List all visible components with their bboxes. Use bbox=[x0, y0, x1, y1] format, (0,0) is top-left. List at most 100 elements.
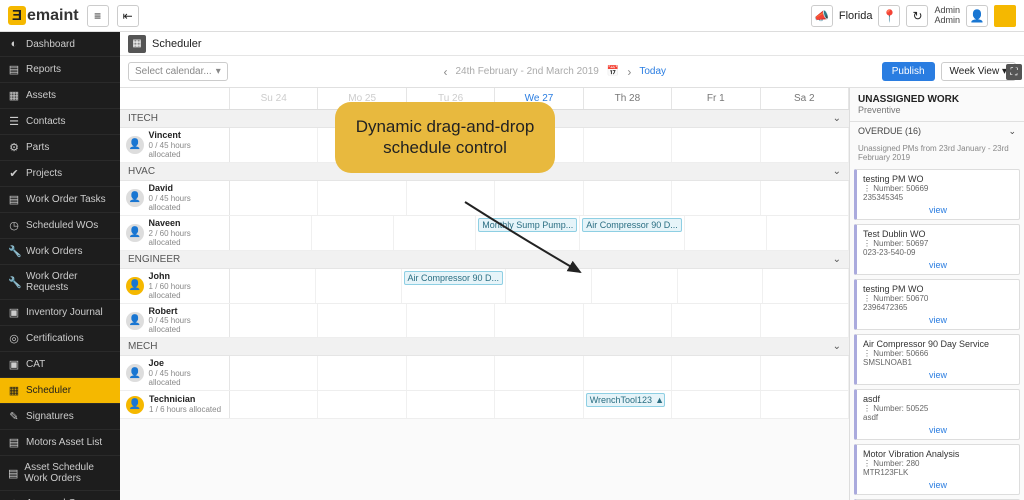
card-view-link[interactable]: view bbox=[863, 480, 1013, 490]
schedule-cell[interactable] bbox=[672, 356, 760, 390]
sidebar-item-asset-schedule-work-orders[interactable]: ▤Asset Schedule Work Orders bbox=[0, 456, 120, 491]
task-card[interactable]: Air Compressor 90 D... bbox=[582, 218, 682, 232]
overdue-toggle[interactable]: OVERDUE (16)⌄ bbox=[850, 122, 1024, 141]
schedule-cell[interactable] bbox=[316, 269, 402, 303]
schedule-cell[interactable] bbox=[763, 269, 849, 303]
schedule-cell[interactable] bbox=[230, 304, 318, 338]
schedule-cell[interactable] bbox=[761, 391, 849, 418]
sidebar-item-work-order-tasks[interactable]: ▤Work Order Tasks bbox=[0, 187, 120, 213]
schedule-cell[interactable] bbox=[584, 356, 672, 390]
work-card[interactable]: Air Compressor 90 Day Service⋮ Number: 5… bbox=[854, 334, 1020, 385]
collapse-icon[interactable]: ⇤ bbox=[117, 5, 139, 27]
schedule-cell[interactable] bbox=[592, 269, 678, 303]
sidebar-item-parts[interactable]: ⚙Parts bbox=[0, 135, 120, 161]
card-view-link[interactable]: view bbox=[863, 370, 1013, 380]
sidebar-item-motors-asset-list[interactable]: ▤Motors Asset List bbox=[0, 430, 120, 456]
sidebar-item-scheduled-wos[interactable]: ◷Scheduled WOs bbox=[0, 213, 120, 239]
work-card[interactable]: asdf⋮ Number: 50525asdfview bbox=[854, 389, 1020, 440]
sidebar-item-label: Work Order Requests bbox=[26, 271, 112, 293]
schedule-cell[interactable] bbox=[761, 304, 849, 338]
nav-icon: ✔ bbox=[8, 167, 20, 180]
history-icon[interactable]: ↻ bbox=[906, 5, 928, 27]
sidebar-item-work-order-requests[interactable]: 🔧 Work Order Requests bbox=[0, 265, 120, 300]
schedule-cell[interactable] bbox=[230, 356, 318, 390]
schedule-cell[interactable] bbox=[672, 304, 760, 338]
schedule-cell[interactable] bbox=[230, 269, 316, 303]
schedule-cell[interactable] bbox=[761, 181, 849, 215]
sidebar-item-inventory-journal[interactable]: ▣Inventory Journal bbox=[0, 300, 120, 326]
sidebar-item-label: Scheduler bbox=[26, 385, 71, 396]
sidebar-item-assets[interactable]: ▦Assets bbox=[0, 83, 120, 109]
today-link[interactable]: Today bbox=[639, 66, 666, 77]
work-card[interactable]: testing PM WO⋮ Number: 506702396472365vi… bbox=[854, 279, 1020, 330]
expand-icon[interactable]: ⛶ bbox=[1006, 64, 1022, 80]
nav-icon: 🔧 bbox=[8, 276, 20, 289]
schedule-cell[interactable] bbox=[318, 304, 406, 338]
nav-icon: ◎ bbox=[8, 332, 20, 345]
schedule-cell[interactable] bbox=[230, 181, 318, 215]
schedule-cell[interactable] bbox=[407, 391, 495, 418]
schedule-cell[interactable]: WrenchTool123▲ bbox=[584, 391, 672, 418]
schedule-cell[interactable] bbox=[672, 391, 760, 418]
sidebar-item-cat[interactable]: ▣CAT bbox=[0, 352, 120, 378]
schedule-cell[interactable] bbox=[318, 391, 406, 418]
sidebar-item-contacts[interactable]: ☰Contacts bbox=[0, 109, 120, 135]
sidebar-item-projects[interactable]: ✔Projects bbox=[0, 161, 120, 187]
person-row: 👤Technician1 / 6 hours allocatedWrenchTo… bbox=[120, 391, 849, 419]
schedule-cell[interactable] bbox=[767, 216, 849, 250]
sidebar-item-signatures[interactable]: ✎Signatures bbox=[0, 404, 120, 430]
schedule-cell[interactable] bbox=[230, 216, 312, 250]
week-view-dropdown[interactable]: Week View ▾ bbox=[941, 62, 1016, 81]
schedule-cell[interactable] bbox=[407, 356, 495, 390]
work-card[interactable]: Test Dublin WO⋮ Number: 50697023-23-540-… bbox=[854, 224, 1020, 275]
next-arrow-icon[interactable]: › bbox=[627, 65, 631, 79]
card-view-link[interactable]: view bbox=[863, 205, 1013, 215]
avatar[interactable] bbox=[994, 5, 1016, 27]
schedule-cell[interactable] bbox=[318, 181, 406, 215]
schedule-cell[interactable] bbox=[584, 181, 672, 215]
person-name: Vincent bbox=[149, 131, 223, 141]
calendar-picker-icon[interactable]: 📅 bbox=[607, 66, 619, 77]
select-calendar-dropdown[interactable]: Select calendar... ▾ bbox=[128, 62, 228, 81]
task-card[interactable]: WrenchTool123▲ bbox=[586, 393, 665, 407]
schedule-cell[interactable] bbox=[495, 304, 583, 338]
schedule-cell[interactable] bbox=[678, 269, 764, 303]
schedule-cell[interactable] bbox=[761, 356, 849, 390]
schedule-cell[interactable] bbox=[761, 128, 849, 162]
card-code: 2396472365 bbox=[863, 303, 1013, 312]
schedule-cell[interactable] bbox=[318, 356, 406, 390]
pin-icon[interactable]: 📍 bbox=[878, 5, 900, 27]
sidebar-item-dashboard[interactable]: ◐Dashboard bbox=[0, 32, 120, 57]
menu-icon[interactable]: ≡ bbox=[87, 5, 109, 27]
sidebar-item-scheduler[interactable]: ▦Scheduler bbox=[0, 378, 120, 404]
sidebar-item-label: Dashboard bbox=[26, 39, 75, 50]
schedule-cell[interactable] bbox=[230, 128, 318, 162]
announce-icon[interactable]: 📣 bbox=[811, 5, 833, 27]
sidebar-item-approval-groups[interactable]: ◎Approval Groups bbox=[0, 491, 120, 500]
card-view-link[interactable]: view bbox=[863, 260, 1013, 270]
schedule-cell[interactable] bbox=[407, 304, 495, 338]
schedule-cell[interactable] bbox=[672, 181, 760, 215]
nav-icon: ▤ bbox=[8, 193, 20, 206]
card-view-link[interactable]: view bbox=[863, 315, 1013, 325]
schedule-cell[interactable] bbox=[685, 216, 767, 250]
schedule-cell[interactable] bbox=[584, 304, 672, 338]
schedule-cell[interactable]: Air Compressor 90 D... bbox=[580, 216, 685, 250]
sidebar-item-certifications[interactable]: ◎Certifications bbox=[0, 326, 120, 352]
schedule-cell[interactable] bbox=[495, 391, 583, 418]
schedule-cell[interactable] bbox=[230, 391, 318, 418]
card-view-link[interactable]: view bbox=[863, 425, 1013, 435]
work-card[interactable]: testing PM WO⋮ Number: 50669235345345vie… bbox=[854, 169, 1020, 220]
sidebar-item-work-orders[interactable]: 🔧Work Orders bbox=[0, 239, 120, 265]
schedule-cell[interactable] bbox=[312, 216, 394, 250]
schedule-cell[interactable] bbox=[495, 356, 583, 390]
work-card[interactable]: Motor Vibration Analysis⋮ Number: 280MTR… bbox=[854, 444, 1020, 495]
prev-arrow-icon[interactable]: ‹ bbox=[443, 65, 447, 79]
group-header[interactable]: MECH⌄ bbox=[120, 338, 849, 356]
schedule-cell[interactable] bbox=[584, 128, 672, 162]
publish-button[interactable]: Publish bbox=[882, 62, 935, 81]
sidebar-item-reports[interactable]: ▤Reports bbox=[0, 57, 120, 83]
schedule-cell[interactable] bbox=[672, 128, 760, 162]
user-icon[interactable]: 👤 bbox=[966, 5, 988, 27]
calendar-icon[interactable]: ▦ bbox=[128, 35, 146, 53]
